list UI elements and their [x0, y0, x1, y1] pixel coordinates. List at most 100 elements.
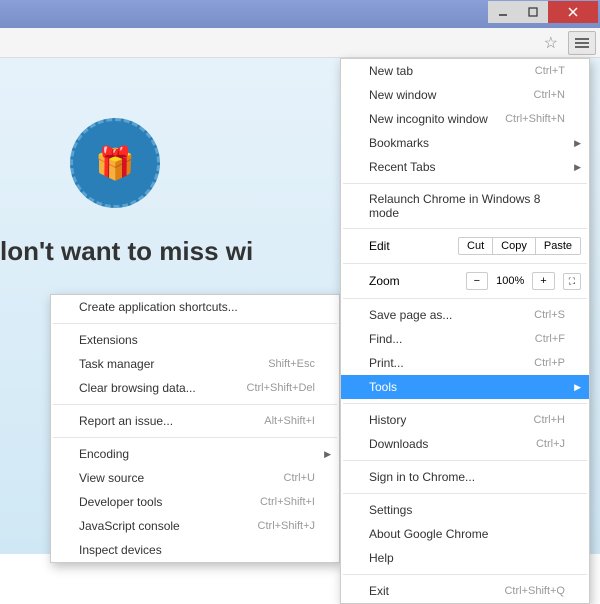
- chevron-right-icon: ▶: [324, 449, 331, 460]
- menu-tools[interactable]: Tools ▶: [341, 375, 589, 399]
- shortcut: Ctrl+S: [534, 309, 565, 321]
- shortcut: Ctrl+U: [284, 472, 315, 484]
- menu-bookmarks[interactable]: Bookmarks ▶: [341, 131, 589, 155]
- menu-label: Save page as...: [369, 308, 452, 322]
- menu-label: New window: [369, 88, 436, 102]
- menu-label: Developer tools: [79, 495, 162, 509]
- chevron-right-icon: ▶: [574, 138, 581, 149]
- submenu-extensions[interactable]: Extensions: [51, 328, 339, 352]
- separator: [343, 183, 587, 184]
- separator: [343, 228, 587, 229]
- copy-button[interactable]: Copy: [492, 237, 536, 255]
- menu-exit[interactable]: ExitCtrl+Shift+Q: [341, 579, 589, 603]
- menu-settings[interactable]: Settings: [341, 498, 589, 522]
- zoom-out-button[interactable]: −: [466, 272, 488, 290]
- hamburger-menu-button[interactable]: [568, 31, 596, 55]
- menu-label: Encoding: [79, 447, 129, 461]
- cut-button[interactable]: Cut: [458, 237, 492, 255]
- menu-label: Task manager: [79, 357, 154, 371]
- separator: [343, 403, 587, 404]
- menu-label: About Google Chrome: [369, 527, 488, 541]
- menu-label: Bookmarks: [369, 136, 429, 150]
- menu-history[interactable]: HistoryCtrl+H: [341, 408, 589, 432]
- menu-label: Downloads: [369, 437, 428, 451]
- menu-label: History: [369, 413, 406, 427]
- close-button[interactable]: [548, 1, 598, 23]
- menu-label: New incognito window: [369, 112, 488, 126]
- menu-label: Find...: [369, 332, 402, 346]
- shortcut: Ctrl+Shift+N: [505, 113, 565, 125]
- separator: [343, 263, 587, 264]
- separator: [53, 404, 337, 405]
- menu-print[interactable]: Print... Ctrl+P: [341, 351, 589, 375]
- shortcut: Alt+Shift+I: [264, 415, 315, 427]
- menu-label: Edit: [369, 239, 458, 253]
- shortcut: Ctrl+F: [535, 333, 565, 345]
- tools-submenu: Create application shortcuts... Extensio…: [50, 294, 340, 563]
- zoom-in-button[interactable]: +: [532, 272, 554, 290]
- menu-label: JavaScript console: [79, 519, 180, 533]
- maximize-button[interactable]: [518, 1, 548, 23]
- fullscreen-button[interactable]: ⛶: [563, 273, 581, 290]
- menu-relaunch[interactable]: Relaunch Chrome in Windows 8 mode: [341, 188, 589, 224]
- menu-downloads[interactable]: Downloads Ctrl+J: [341, 432, 589, 456]
- menu-label: Clear browsing data...: [79, 381, 196, 395]
- menu-help[interactable]: Help: [341, 546, 589, 570]
- menu-label: Extensions: [79, 333, 138, 347]
- minimize-button[interactable]: [488, 1, 518, 23]
- menu-label: Tools: [369, 380, 397, 394]
- menu-label: Recent Tabs: [369, 160, 436, 174]
- menu-new-incognito[interactable]: New incognito window Ctrl+Shift+N: [341, 107, 589, 131]
- menu-zoom-row: Zoom − 100% + ⛶: [341, 268, 589, 294]
- window-titlebar: [0, 0, 600, 28]
- submenu-dev-tools[interactable]: Developer toolsCtrl+Shift+I: [51, 490, 339, 514]
- browser-toolbar: ☆: [0, 28, 600, 58]
- separator: [53, 437, 337, 438]
- submenu-clear-data[interactable]: Clear browsing data... Ctrl+Shift+Del: [51, 376, 339, 400]
- menu-label: New tab: [369, 64, 413, 78]
- submenu-create-shortcuts[interactable]: Create application shortcuts...: [51, 295, 339, 319]
- menu-new-window[interactable]: New window Ctrl+N: [341, 83, 589, 107]
- menu-signin[interactable]: Sign in to Chrome...: [341, 465, 589, 489]
- gift-icon: 🎁: [95, 144, 135, 182]
- separator: [343, 460, 587, 461]
- menu-label: Relaunch Chrome in Windows 8 mode: [369, 192, 565, 220]
- menu-recent-tabs[interactable]: Recent Tabs ▶: [341, 155, 589, 179]
- submenu-inspect-devices[interactable]: Inspect devices: [51, 538, 339, 562]
- menu-about[interactable]: About Google Chrome: [341, 522, 589, 546]
- chevron-right-icon: ▶: [574, 382, 581, 393]
- submenu-js-console[interactable]: JavaScript console Ctrl+Shift+J: [51, 514, 339, 538]
- shortcut: Ctrl+Shift+J: [258, 520, 315, 532]
- bookmark-star-icon[interactable]: ☆: [544, 33, 562, 53]
- separator: [343, 493, 587, 494]
- shortcut: Ctrl+Shift+Del: [247, 382, 315, 394]
- shortcut: Ctrl+Shift+Q: [504, 585, 565, 597]
- paste-button[interactable]: Paste: [536, 237, 581, 255]
- shortcut: Ctrl+N: [534, 89, 565, 101]
- menu-label: Inspect devices: [79, 543, 162, 557]
- page-headline: lon't want to miss wi: [0, 236, 253, 267]
- menu-label: View source: [79, 471, 144, 485]
- chevron-right-icon: ▶: [574, 162, 581, 173]
- promo-badge: 🎁: [70, 118, 160, 208]
- menu-save-as[interactable]: Save page as... Ctrl+S: [341, 303, 589, 327]
- separator: [53, 323, 337, 324]
- shortcut: Ctrl+T: [535, 65, 565, 77]
- menu-new-tab[interactable]: New tab Ctrl+T: [341, 59, 589, 83]
- menu-label: Report an issue...: [79, 414, 173, 428]
- submenu-report-issue[interactable]: Report an issue... Alt+Shift+I: [51, 409, 339, 433]
- menu-label: Settings: [369, 503, 412, 517]
- menu-label: Create application shortcuts...: [79, 300, 238, 314]
- menu-label: Print...: [369, 356, 404, 370]
- submenu-encoding[interactable]: Encoding ▶: [51, 442, 339, 466]
- submenu-view-source[interactable]: View source Ctrl+U: [51, 466, 339, 490]
- shortcut: Shift+Esc: [268, 358, 315, 370]
- shortcut: Ctrl+P: [534, 357, 565, 369]
- separator: [343, 298, 587, 299]
- menu-label: Sign in to Chrome...: [369, 470, 475, 484]
- main-menu: New tab Ctrl+T New window Ctrl+N New incog…: [340, 58, 590, 604]
- menu-find[interactable]: Find... Ctrl+F: [341, 327, 589, 351]
- submenu-task-manager[interactable]: Task manager Shift+Esc: [51, 352, 339, 376]
- menu-label: Help: [369, 551, 394, 565]
- shortcut: Ctrl+J: [536, 438, 565, 450]
